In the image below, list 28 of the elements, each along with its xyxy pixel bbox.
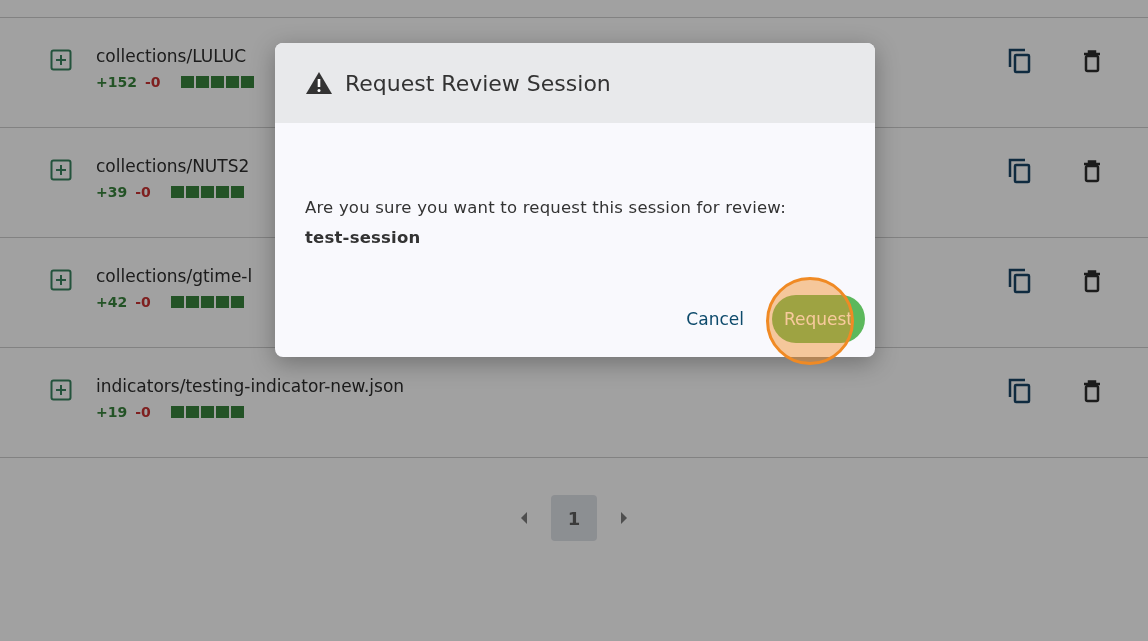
page-button[interactable]: 1 (551, 495, 597, 541)
added-count: +42 (96, 294, 128, 310)
diff-bar-icon (170, 296, 245, 308)
dialog-message: Are you sure you want to request this session for review: test-session (304, 197, 787, 249)
next-page-icon[interactable] (619, 511, 629, 525)
add-file-icon (50, 269, 72, 291)
removed-count: -0 (135, 404, 151, 420)
added-count: +39 (96, 184, 128, 200)
warning-icon (305, 71, 333, 95)
add-file-icon (50, 379, 72, 401)
diff-bar-icon (170, 186, 245, 198)
previous-page-icon[interactable] (519, 511, 529, 525)
removed-count: -0 (135, 294, 151, 310)
file-path: collections/LULUC (96, 46, 248, 66)
diff-bar-icon (170, 406, 245, 418)
removed-count: -0 (135, 184, 151, 200)
dialog-title: Request Review Session (345, 70, 611, 96)
file-path: collections/gtime-l (96, 266, 254, 286)
add-file-icon (50, 159, 72, 181)
file-path: collections/NUTS2 (96, 156, 251, 176)
diff-bar-icon (180, 76, 255, 88)
cancel-button[interactable]: Cancel (680, 301, 750, 337)
add-file-icon (50, 49, 72, 71)
added-count: +152 (96, 74, 137, 90)
removed-count: -0 (144, 74, 161, 90)
file-path: indicators/testing-indicator-new.json (96, 376, 406, 396)
added-count: +19 (96, 404, 128, 420)
request-button[interactable]: Request (771, 295, 865, 343)
